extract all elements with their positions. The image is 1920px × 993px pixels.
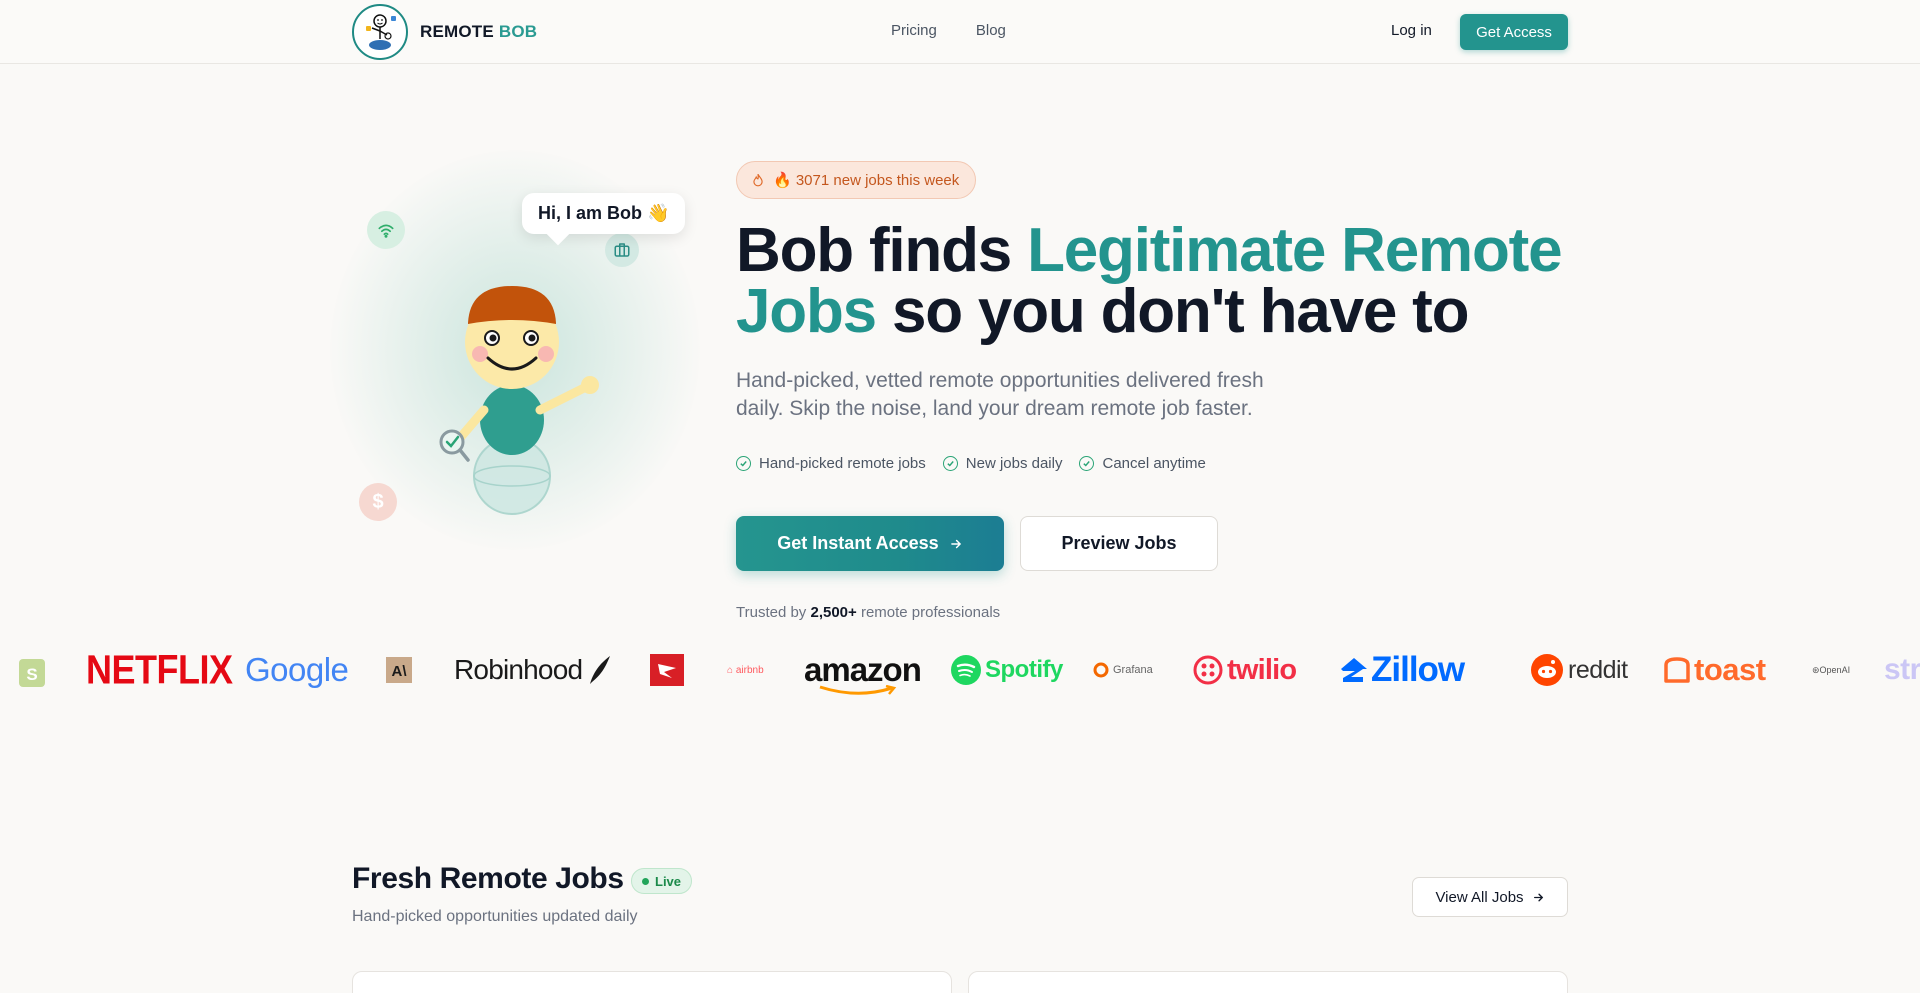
reddit-logo: reddit [1531, 640, 1628, 700]
check-circle-icon [942, 456, 958, 471]
check-circle-icon [736, 456, 751, 471]
brand-name: REMOTE BOB [420, 22, 538, 41]
view-all-jobs-button[interactable]: View All Jobs [1412, 877, 1568, 917]
amazon-logo: amazon [804, 640, 922, 700]
stripe-logo: stri [1884, 653, 1920, 686]
trusted-by-text: Trusted by 2,500+ remote professionals [736, 604, 1001, 621]
toast-logo: toast [1662, 640, 1766, 700]
flame-icon [753, 173, 763, 187]
grafana-logo: Grafana [1092, 640, 1153, 700]
new-jobs-badge: 🔥 3071 new jobs this week [736, 161, 977, 199]
preview-jobs-button[interactable]: Preview Jobs [1020, 516, 1218, 571]
site-header: REMOTE BOB Pricing Blog Log in Get Acces… [0, 0, 1920, 64]
wifi-icon [367, 211, 405, 249]
feature-item: New jobs daily [942, 455, 1062, 472]
feature-item: Cancel anytime [1079, 455, 1206, 472]
arrow-right-icon [1533, 893, 1543, 901]
briefcase-icon [605, 233, 639, 267]
feature-item: Hand-picked remote jobs [736, 455, 926, 472]
bob-logo-icon [352, 4, 408, 60]
live-status-badge: Live [631, 868, 693, 894]
arrow-right-icon [950, 539, 961, 548]
anthropic-logo: A\ [386, 640, 412, 700]
jobs-section-subtitle: Hand-picked opportunities updated daily [352, 908, 638, 925]
svg-text:S: S [26, 665, 37, 684]
hero-subtext: Hand-picked, vetted remote opportunities… [736, 369, 1264, 420]
company-logo-strip: S NETFLIX Google A\ Robinhood ⌂ airbnb a… [0, 640, 1920, 700]
check-circle-icon [1079, 456, 1095, 471]
nav-blog-link[interactable]: Blog [976, 22, 1006, 39]
job-card[interactable] [968, 971, 1568, 993]
twilio-logo: twilio [1193, 640, 1297, 700]
get-instant-access-button[interactable]: Get Instant Access [736, 516, 1004, 571]
netflix-logo: NETFLIX [86, 646, 233, 693]
hero-headline: Bob finds Legitimate Remote Jobs so you d… [736, 216, 1563, 346]
job-card[interactable] [352, 971, 952, 993]
google-logo: Google [245, 651, 349, 688]
nav-pricing-link[interactable]: Pricing [891, 22, 937, 39]
red-brand-logo [650, 640, 684, 700]
live-dot-icon [642, 877, 649, 885]
bob-character-illustration [439, 286, 599, 515]
zillow-logo: Zillow [1339, 640, 1465, 700]
get-access-button[interactable]: Get Access [1460, 14, 1568, 50]
brand-logo[interactable]: REMOTE BOB [352, 4, 537, 60]
jobs-section-title: Fresh Remote Jobs [352, 862, 624, 895]
spotify-logo: Spotify [951, 640, 1063, 700]
bob-speech-bubble: Hi, I am Bob 👋 [522, 193, 686, 234]
robinhood-logo: Robinhood [454, 640, 612, 700]
new-jobs-text: 🔥 3071 new jobs this week [773, 172, 960, 189]
svg-text:A\: A\ [392, 663, 408, 680]
shopify-logo: S [16, 640, 48, 700]
airbnb-logo: ⌂ airbnb [727, 664, 764, 676]
openai-logo: ⊛OpenAI [1812, 664, 1851, 675]
feature-list: Hand-picked remote jobs New jobs daily C… [736, 455, 1206, 472]
main-nav: Pricing Blog [891, 22, 1006, 39]
dollar-icon: $ [359, 483, 397, 521]
login-link[interactable]: Log in [1391, 22, 1432, 39]
